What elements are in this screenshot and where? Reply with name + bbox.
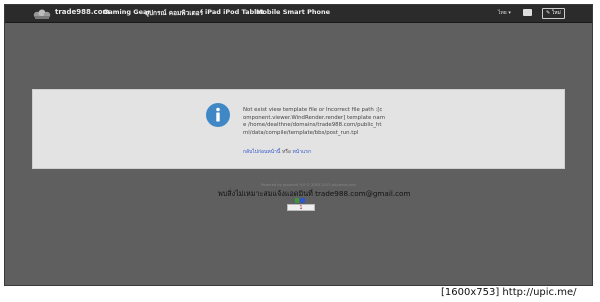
nav-mobile-phone[interactable]: Mobile Smart Phone [256,8,330,16]
navigation-links: กลับไปก่อนหน้านี้ หรือ หน้าแรก [243,148,311,156]
back-link[interactable]: กลับไปก่อนหน้านี้ [243,149,280,155]
logo-icon[interactable] [33,8,51,19]
nav-gaming-gear[interactable]: Gaming Gear [103,8,151,16]
watermark-text: [1600x753] http://upic.me/ [441,287,577,298]
or-text: หรือ [281,149,291,155]
powered-by-text: Powered by phpwind 9.0 © 2003-2015 phpwi… [261,183,356,187]
error-message-text: Not exist view template file or Incorrec… [243,107,385,136]
language-dropdown[interactable]: ไทย ▾ [498,9,511,17]
stats-icon[interactable] [295,198,305,203]
info-icon [206,103,230,127]
home-link[interactable]: หน้าแรก [293,149,311,155]
top-navbar: trade988.com Gaming Gear อุปกรณ์ คอมพิวเ… [5,5,592,23]
nav-computer-equipment[interactable]: อุปกรณ์ คอมพิวเตอร์ [145,8,203,18]
new-post-button[interactable]: ✎ ใหม่ [542,8,565,19]
admin-contact-text: พบสิ่งไม่เหมาะสมแจ้งแอดมินที่ trade988.c… [218,189,411,198]
counter-value: 1 [299,205,303,211]
message-icon[interactable] [523,9,532,16]
visitor-counter[interactable]: 1 [287,204,315,211]
error-message-box: Not exist view template file or Incorrec… [32,89,565,169]
brand-name[interactable]: trade988.com [55,8,110,16]
browser-page: trade988.com Gaming Gear อุปกรณ์ คอมพิวเ… [4,4,593,286]
